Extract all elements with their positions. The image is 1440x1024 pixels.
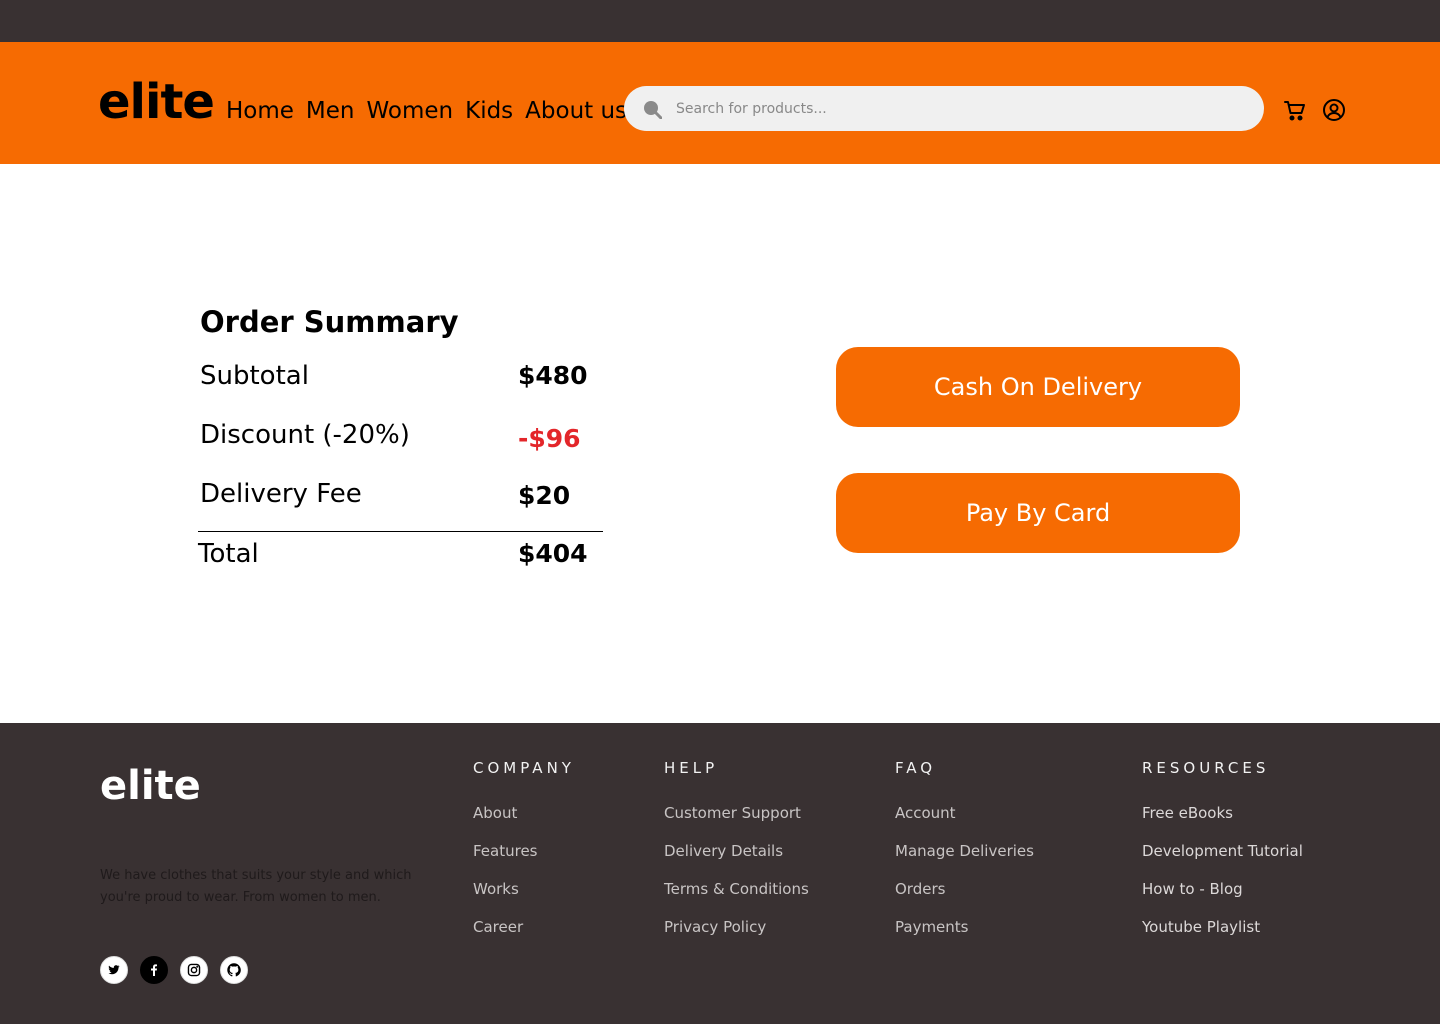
footer-link-youtube-playlist[interactable]: Youtube Playlist [1142,917,1303,937]
order-summary: Order Summary Subtotal $480 Discount (-2… [198,302,605,569]
delivery-fee-value: $20 [518,481,571,510]
brand-logo[interactable]: elite [98,76,215,128]
total-value: $404 [518,539,588,568]
subtotal-label: Subtotal [200,361,309,391]
site-header: elite Home Men Women Kids About us [0,42,1440,164]
nav-about-us[interactable]: About us [525,96,627,126]
footer-link-terms-conditions[interactable]: Terms & Conditions [664,879,809,899]
footer-link-account[interactable]: Account [895,803,1034,823]
total-row: Total $404 [198,536,603,572]
footer-column-faq: FAQ Account Manage Deliveries Orders Pay… [895,759,1034,955]
footer-link-delivery-details[interactable]: Delivery Details [664,841,809,861]
discount-row: Discount (-20%) -$96 [200,417,605,453]
footer-column-heading: RESOURCES [1142,759,1270,777]
pay-by-card-button[interactable]: Pay By Card [836,473,1240,553]
social-links [100,956,248,984]
subtotal-row: Subtotal $480 [200,358,605,394]
footer-column-help: HELP Customer Support Delivery Details T… [664,759,809,955]
footer-column-heading: HELP [664,759,719,777]
discount-label: Discount (-20%) [200,420,410,450]
github-icon[interactable] [220,956,248,984]
footer-link-about[interactable]: About [473,803,575,823]
search-input[interactable] [676,86,1246,131]
footer-link-development-tutorial[interactable]: Development Tutorial [1142,841,1303,861]
nav-women[interactable]: Women [367,96,454,126]
site-footer: elite We have clothes that suits your st… [0,723,1440,1024]
footer-link-orders[interactable]: Orders [895,879,1034,899]
footer-link-manage-deliveries[interactable]: Manage Deliveries [895,841,1034,861]
footer-column-heading: COMPANY [473,759,575,777]
footer-link-privacy-policy[interactable]: Privacy Policy [664,917,809,937]
footer-link-career[interactable]: Career [473,917,575,937]
subtotal-value: $480 [518,361,588,390]
cash-on-delivery-button[interactable]: Cash On Delivery [836,347,1240,427]
nav-men[interactable]: Men [306,96,355,126]
total-label: Total [198,539,259,569]
footer-link-customer-support[interactable]: Customer Support [664,803,809,823]
footer-logo[interactable]: elite [100,763,201,809]
footer-link-how-to-blog[interactable]: How to - Blog [1142,879,1303,899]
delivery-fee-row: Delivery Fee $20 [200,476,605,512]
facebook-icon[interactable] [140,956,168,984]
main-nav: Home Men Women Kids About us [226,96,639,126]
summary-divider [198,531,603,532]
footer-column-company: COMPANY About Features Works Career [473,759,575,955]
footer-link-works[interactable]: Works [473,879,575,899]
footer-link-payments[interactable]: Payments [895,917,1034,937]
instagram-icon[interactable] [180,956,208,984]
footer-column-resources: RESOURCES Free eBooks Development Tutori… [1142,759,1303,955]
footer-link-free-ebooks[interactable]: Free eBooks [1142,803,1303,823]
discount-value: -$96 [518,424,581,453]
order-summary-title: Order Summary [200,305,459,339]
delivery-fee-label: Delivery Fee [200,479,362,509]
nav-home[interactable]: Home [226,96,294,126]
cart-icon[interactable] [1283,98,1307,122]
footer-link-features[interactable]: Features [473,841,575,861]
twitter-icon[interactable] [100,956,128,984]
nav-kids[interactable]: Kids [465,96,513,126]
search-icon[interactable] [642,99,662,119]
footer-column-heading: FAQ [895,759,937,777]
footer-description: We have clothes that suits your style an… [100,868,412,905]
search-bar [624,86,1264,131]
top-bar [0,0,1440,42]
user-icon[interactable] [1322,98,1346,122]
